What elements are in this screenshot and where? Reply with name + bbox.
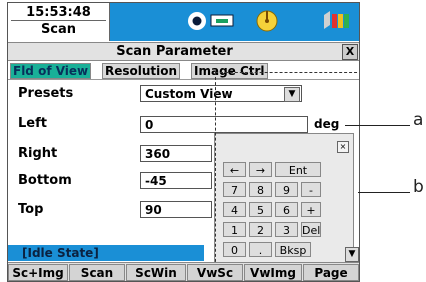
presets-select[interactable]: Custom View ▼ xyxy=(140,85,302,102)
tab-fld-of-view[interactable]: Fld of View xyxy=(10,63,92,79)
key-3[interactable]: 3 xyxy=(275,222,298,237)
clock-panel: 15:53:48 Scan xyxy=(8,3,110,41)
key-9[interactable]: 9 xyxy=(275,182,298,197)
clock-time: 15:53:48 xyxy=(11,5,106,21)
key-0[interactable]: 0 xyxy=(223,242,246,257)
softkey-bar: Sc+Img Scan ScWin VwSc VwImg Page xyxy=(8,262,359,281)
softkey-scwin[interactable]: ScWin xyxy=(126,264,186,281)
laser-active-icon xyxy=(188,12,206,30)
softkey-sc-img[interactable]: Sc+Img xyxy=(8,264,68,281)
callout-a-label: a xyxy=(413,110,424,130)
softkey-vwsc[interactable]: VwSc xyxy=(187,264,243,281)
key-5[interactable]: 5 xyxy=(249,202,272,217)
numeric-keypad: × ← → Ent 7 8 9 - 4 5 6 + 1 2 3 Del 0 . … xyxy=(214,133,354,267)
status-text: [Idle State] xyxy=(22,246,99,260)
key-6[interactable]: 6 xyxy=(275,202,298,217)
key-delete[interactable]: Del xyxy=(301,222,321,237)
top-input[interactable]: 90 xyxy=(140,201,212,218)
softkey-scan[interactable]: Scan xyxy=(69,264,125,281)
tab-image-ctrl[interactable]: Image Ctrl xyxy=(191,63,268,79)
left-label: Left xyxy=(18,116,47,131)
status-icons xyxy=(188,10,349,32)
softkey-vwimg[interactable]: VwImg xyxy=(244,264,302,281)
tab-resolution[interactable]: Resolution xyxy=(102,63,181,79)
dialog-title: Scan Parameter xyxy=(116,44,233,59)
mode-label: Scan xyxy=(40,22,77,37)
callout-a-leader xyxy=(345,125,410,126)
key-decimal[interactable]: . xyxy=(249,242,272,257)
left-input[interactable]: 0 xyxy=(140,116,308,133)
top-label: Top xyxy=(18,202,44,217)
bottom-input[interactable]: -45 xyxy=(140,172,212,189)
right-input[interactable]: 360 xyxy=(140,145,212,162)
device-screen: 15:53:48 Scan Scan Parameter X Fld of Vi… xyxy=(7,2,360,282)
key-minus[interactable]: - xyxy=(301,182,321,197)
scroll-down-icon[interactable]: ▼ xyxy=(345,247,359,262)
callout-b-leader xyxy=(358,192,410,193)
presets-label: Presets xyxy=(18,86,74,101)
key-1[interactable]: 1 xyxy=(223,222,246,237)
level-compass-icon xyxy=(256,10,278,32)
key-2[interactable]: 2 xyxy=(249,222,272,237)
callout-b-label: b xyxy=(413,177,424,197)
memory-card-icon xyxy=(210,14,234,27)
bottom-label: Bottom xyxy=(18,173,72,188)
top-status-bar: 15:53:48 Scan xyxy=(8,3,359,41)
key-left-arrow[interactable]: ← xyxy=(223,162,246,177)
status-icon-band xyxy=(110,3,359,41)
key-right-arrow[interactable]: → xyxy=(249,162,272,177)
keypad-close-button[interactable]: × xyxy=(337,141,349,153)
dialog-title-bar: Scan Parameter X xyxy=(8,42,359,61)
right-label: Right xyxy=(18,146,58,161)
status-bar: [Idle State] xyxy=(8,245,204,261)
presets-value: Custom View xyxy=(145,87,233,101)
chevron-down-icon[interactable]: ▼ xyxy=(284,87,300,102)
key-7[interactable]: 7 xyxy=(223,182,246,197)
key-8[interactable]: 8 xyxy=(249,182,272,197)
key-plus[interactable]: + xyxy=(301,202,321,217)
left-unit: deg xyxy=(314,117,340,131)
key-4[interactable]: 4 xyxy=(223,202,246,217)
softkey-page[interactable]: Page xyxy=(303,264,359,281)
key-enter[interactable]: Ent xyxy=(275,162,321,177)
key-backspace[interactable]: Bksp xyxy=(275,242,311,257)
close-button[interactable]: X xyxy=(342,44,358,60)
battery-icon xyxy=(324,11,349,29)
tab-bar: Fld of View Resolution Image Ctrl xyxy=(8,62,359,80)
